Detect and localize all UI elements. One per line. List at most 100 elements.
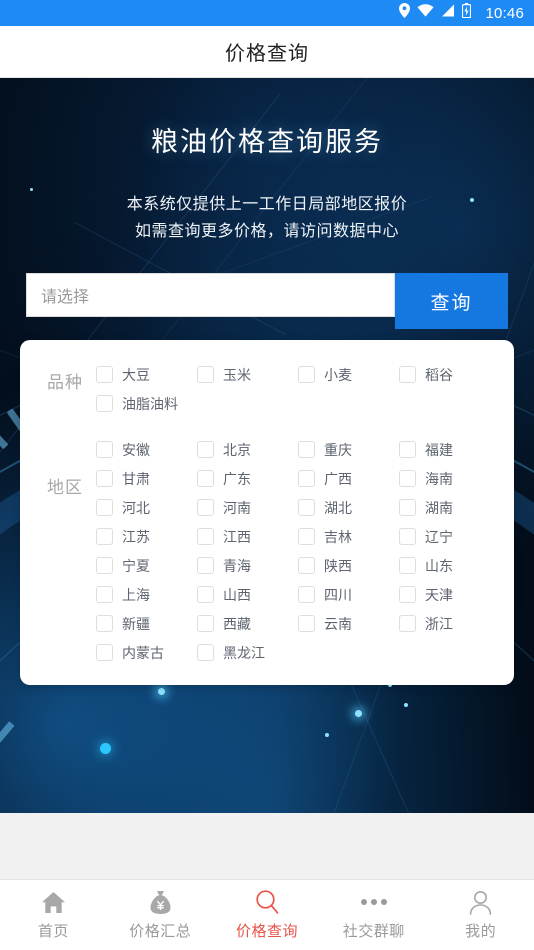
- nav-label-mine: 我的: [465, 923, 497, 940]
- checkbox-icon[interactable]: [399, 557, 416, 574]
- region-checkbox-item[interactable]: 上海: [96, 580, 197, 609]
- checkbox-icon[interactable]: [197, 586, 214, 603]
- checkbox-icon[interactable]: [399, 615, 416, 632]
- checkbox-icon[interactable]: [298, 615, 315, 632]
- checkbox-icon[interactable]: [298, 499, 315, 516]
- variety-checkbox-item[interactable]: 玉米: [197, 360, 298, 389]
- region-checkbox-item[interactable]: 宁夏: [96, 551, 197, 580]
- region-checkbox-label: 浙江: [425, 615, 453, 632]
- variety-checkbox-item[interactable]: 大豆: [96, 360, 197, 389]
- region-checkbox-item[interactable]: 河南: [197, 493, 298, 522]
- region-checkbox-item[interactable]: 河北: [96, 493, 197, 522]
- checkbox-icon[interactable]: [399, 441, 416, 458]
- region-checkbox-item[interactable]: 山西: [197, 580, 298, 609]
- region-checkbox-item[interactable]: 甘肃: [96, 464, 197, 493]
- region-checkbox-item[interactable]: 江西: [197, 522, 298, 551]
- checkbox-icon[interactable]: [197, 557, 214, 574]
- home-icon: [41, 889, 66, 915]
- region-checkbox-label: 河南: [223, 499, 251, 516]
- wifi-icon: [417, 4, 434, 22]
- region-checkbox-label: 湖南: [425, 499, 453, 516]
- region-checkbox-item[interactable]: 陕西: [298, 551, 399, 580]
- checkbox-icon[interactable]: [197, 499, 214, 516]
- checkbox-icon[interactable]: [197, 528, 214, 545]
- region-checkbox-item[interactable]: 湖北: [298, 493, 399, 522]
- region-checkbox-item[interactable]: 重庆: [298, 435, 399, 464]
- checkbox-icon[interactable]: [96, 586, 113, 603]
- region-checkbox-item[interactable]: 安徽: [96, 435, 197, 464]
- region-checkbox-label: 山东: [425, 557, 453, 574]
- bottom-navigation: 首页 价格汇总 价格查询 社交群聊 我的: [0, 879, 534, 950]
- checkbox-icon[interactable]: [96, 615, 113, 632]
- battery-icon: [462, 3, 472, 23]
- filter-card: 品种 大豆 玉米 小麦 稻谷 油脂油料 地区 安徽 北京 重庆 福建 甘肃 广东 广西 海南 河北 河南 湖…: [20, 340, 514, 685]
- region-checkbox-label: 四川: [324, 586, 352, 603]
- region-checkbox-label: 江西: [223, 528, 251, 545]
- search-input[interactable]: 请选择: [26, 273, 395, 317]
- region-checkbox-item[interactable]: 湖南: [399, 493, 500, 522]
- checkbox-icon[interactable]: [399, 499, 416, 516]
- region-checkbox-item[interactable]: 四川: [298, 580, 399, 609]
- nav-label-social-chat: 社交群聊: [342, 923, 405, 940]
- variety-checkbox-item[interactable]: 油脂油料: [96, 389, 197, 418]
- title-bar: 价格查询: [0, 26, 534, 78]
- checkbox-icon[interactable]: [298, 528, 315, 545]
- region-checkbox-item[interactable]: 江苏: [96, 522, 197, 551]
- checkbox-icon[interactable]: [197, 615, 214, 632]
- region-checkbox-item[interactable]: 山东: [399, 551, 500, 580]
- region-checkbox-item[interactable]: 西藏: [197, 609, 298, 638]
- variety-checkbox-item[interactable]: 小麦: [298, 360, 399, 389]
- nav-item-price-query[interactable]: 价格查询: [214, 880, 321, 950]
- checkbox-icon[interactable]: [197, 441, 214, 458]
- checkbox-icon[interactable]: [96, 557, 113, 574]
- search-button[interactable]: 查询: [395, 273, 508, 329]
- region-checkbox-item[interactable]: 青海: [197, 551, 298, 580]
- checkbox-icon[interactable]: [96, 644, 113, 661]
- background-glow-dot: [158, 688, 165, 695]
- page-title: 价格查询: [225, 43, 309, 65]
- region-checkbox-item[interactable]: 浙江: [399, 609, 500, 638]
- checkbox-icon[interactable]: [96, 366, 113, 383]
- checkbox-icon[interactable]: [96, 528, 113, 545]
- region-checkbox-item[interactable]: 福建: [399, 435, 500, 464]
- checkbox-icon[interactable]: [399, 366, 416, 383]
- status-bar-time: 10:46: [485, 4, 524, 22]
- background-glow-dot: [355, 710, 362, 717]
- checkbox-icon[interactable]: [96, 441, 113, 458]
- checkbox-icon[interactable]: [399, 528, 416, 545]
- checkbox-icon[interactable]: [298, 441, 315, 458]
- checkbox-icon[interactable]: [96, 470, 113, 487]
- region-checkbox-item[interactable]: 云南: [298, 609, 399, 638]
- region-checkbox-item[interactable]: 广西: [298, 464, 399, 493]
- region-checkbox-label: 湖北: [324, 499, 352, 516]
- nav-item-home[interactable]: 首页: [0, 880, 107, 950]
- region-checkbox-item[interactable]: 海南: [399, 464, 500, 493]
- money-bag-icon: [149, 889, 172, 915]
- nav-item-price-summary[interactable]: 价格汇总: [107, 880, 214, 950]
- checkbox-icon[interactable]: [197, 470, 214, 487]
- region-checkbox-item[interactable]: 内蒙古: [96, 638, 197, 667]
- nav-item-mine[interactable]: 我的: [427, 880, 534, 950]
- checkbox-icon[interactable]: [197, 366, 214, 383]
- region-checkbox-item[interactable]: 吉林: [298, 522, 399, 551]
- variety-filter-group: 品种 大豆 玉米 小麦 稻谷 油脂油料: [34, 360, 500, 418]
- nav-item-social-chat[interactable]: 社交群聊: [320, 880, 427, 950]
- region-checkbox-item[interactable]: 辽宁: [399, 522, 500, 551]
- region-checkbox-item[interactable]: 北京: [197, 435, 298, 464]
- region-checkbox-item[interactable]: 新疆: [96, 609, 197, 638]
- checkbox-icon[interactable]: [298, 586, 315, 603]
- checkbox-icon[interactable]: [96, 499, 113, 516]
- region-checkbox-item[interactable]: 天津: [399, 580, 500, 609]
- checkbox-icon[interactable]: [298, 366, 315, 383]
- region-checkbox-item[interactable]: 黑龙江: [197, 638, 298, 667]
- checkbox-icon[interactable]: [197, 644, 214, 661]
- region-checkbox-label: 北京: [223, 441, 251, 458]
- checkbox-icon[interactable]: [298, 470, 315, 487]
- region-checkbox-item[interactable]: 广东: [197, 464, 298, 493]
- checkbox-icon[interactable]: [399, 586, 416, 603]
- checkbox-icon[interactable]: [298, 557, 315, 574]
- variety-checkbox-item[interactable]: 稻谷: [399, 360, 500, 389]
- region-group-label: 地区: [47, 478, 83, 497]
- checkbox-icon[interactable]: [96, 395, 113, 412]
- checkbox-icon[interactable]: [399, 470, 416, 487]
